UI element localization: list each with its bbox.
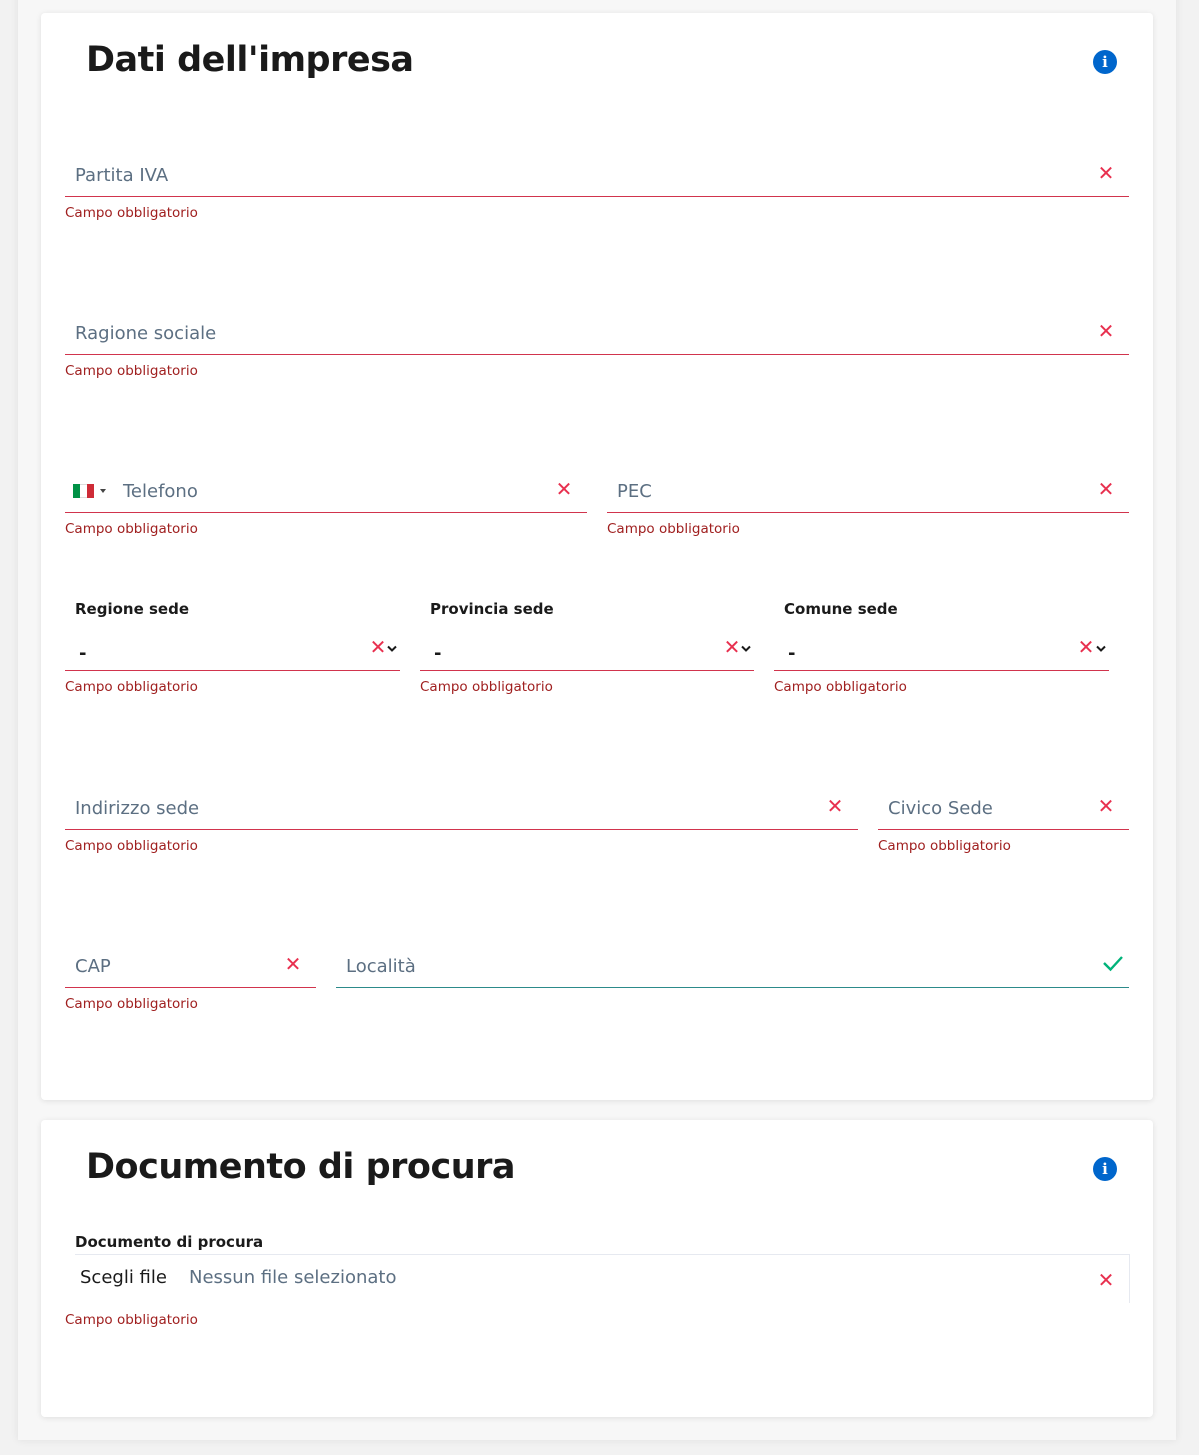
section-title-document: Documento di procura xyxy=(86,1147,516,1187)
error-icon: ✕ xyxy=(1097,161,1115,185)
document-file-input[interactable]: Scegli file Nessun file selezionato ✕ xyxy=(75,1254,1130,1303)
cap-error: Campo obbligatorio xyxy=(65,996,198,1012)
partita-iva-placeholder: Partita IVA xyxy=(75,165,169,186)
chevron-down-icon[interactable] xyxy=(741,645,751,653)
localita-field[interactable]: Località xyxy=(336,942,1129,988)
comune-label: Comune sede xyxy=(784,600,898,618)
ragione-sociale-error: Campo obbligatorio xyxy=(65,363,198,379)
regione-value: - xyxy=(79,643,87,664)
error-icon: ✕ xyxy=(723,635,741,659)
telefono-field[interactable]: Telefono ✕ xyxy=(65,467,587,513)
caret-down-icon[interactable] xyxy=(100,489,106,493)
comune-select[interactable]: - ✕ xyxy=(774,625,1109,671)
cap-field[interactable]: CAP ✕ xyxy=(65,942,316,988)
indirizzo-placeholder: Indirizzo sede xyxy=(75,798,200,819)
provincia-error: Campo obbligatorio xyxy=(420,679,553,695)
chevron-down-icon[interactable] xyxy=(387,645,397,653)
choose-file-button[interactable]: Scegli file xyxy=(80,1267,167,1288)
partita-iva-error: Campo obbligatorio xyxy=(65,205,198,221)
indirizzo-error: Campo obbligatorio xyxy=(65,838,198,854)
localita-placeholder: Località xyxy=(346,956,416,977)
regione-label: Regione sede xyxy=(75,600,189,618)
regione-select[interactable]: - ✕ xyxy=(65,625,400,671)
section-title-company: Dati dell'impresa xyxy=(86,40,414,80)
error-icon: ✕ xyxy=(1097,319,1115,343)
error-icon: ✕ xyxy=(369,635,387,659)
partita-iva-field[interactable]: Partita IVA ✕ xyxy=(65,151,1129,197)
company-data-card: Dati dell'impresa i Partita IVA ✕ Campo … xyxy=(41,13,1153,1100)
ragione-sociale-field[interactable]: Ragione sociale ✕ xyxy=(65,309,1129,355)
indirizzo-field[interactable]: Indirizzo sede ✕ xyxy=(65,784,858,830)
error-icon: ✕ xyxy=(1097,794,1115,818)
chevron-down-icon[interactable] xyxy=(1096,645,1106,653)
cap-placeholder: CAP xyxy=(75,956,111,977)
italy-flag-icon[interactable] xyxy=(73,484,94,498)
error-icon: ✕ xyxy=(555,477,573,501)
error-icon: ✕ xyxy=(1097,477,1115,501)
check-icon xyxy=(1103,956,1123,972)
civico-error: Campo obbligatorio xyxy=(878,838,1011,854)
civico-field[interactable]: Civico Sede ✕ xyxy=(878,784,1129,830)
provincia-label: Provincia sede xyxy=(430,600,554,618)
pec-error: Campo obbligatorio xyxy=(607,521,740,537)
provincia-value: - xyxy=(434,643,442,664)
file-status: Nessun file selezionato xyxy=(189,1267,397,1288)
error-icon: ✕ xyxy=(1097,1268,1115,1292)
document-error: Campo obbligatorio xyxy=(65,1312,198,1328)
ragione-sociale-placeholder: Ragione sociale xyxy=(75,323,217,344)
info-icon[interactable]: i xyxy=(1093,1157,1117,1181)
error-icon: ✕ xyxy=(1077,635,1095,659)
comune-value: - xyxy=(788,643,796,664)
pec-field[interactable]: PEC ✕ xyxy=(607,467,1129,513)
pec-placeholder: PEC xyxy=(617,481,652,502)
comune-error: Campo obbligatorio xyxy=(774,679,907,695)
document-card: Documento di procura i Documento di proc… xyxy=(41,1120,1153,1417)
document-label: Documento di procura xyxy=(75,1233,264,1251)
civico-placeholder: Civico Sede xyxy=(888,798,993,819)
provincia-select[interactable]: - ✕ xyxy=(420,625,754,671)
regione-error: Campo obbligatorio xyxy=(65,679,198,695)
telefono-error: Campo obbligatorio xyxy=(65,521,198,537)
info-icon[interactable]: i xyxy=(1093,50,1117,74)
error-icon: ✕ xyxy=(284,952,302,976)
error-icon: ✕ xyxy=(826,794,844,818)
telefono-placeholder: Telefono xyxy=(123,481,198,502)
